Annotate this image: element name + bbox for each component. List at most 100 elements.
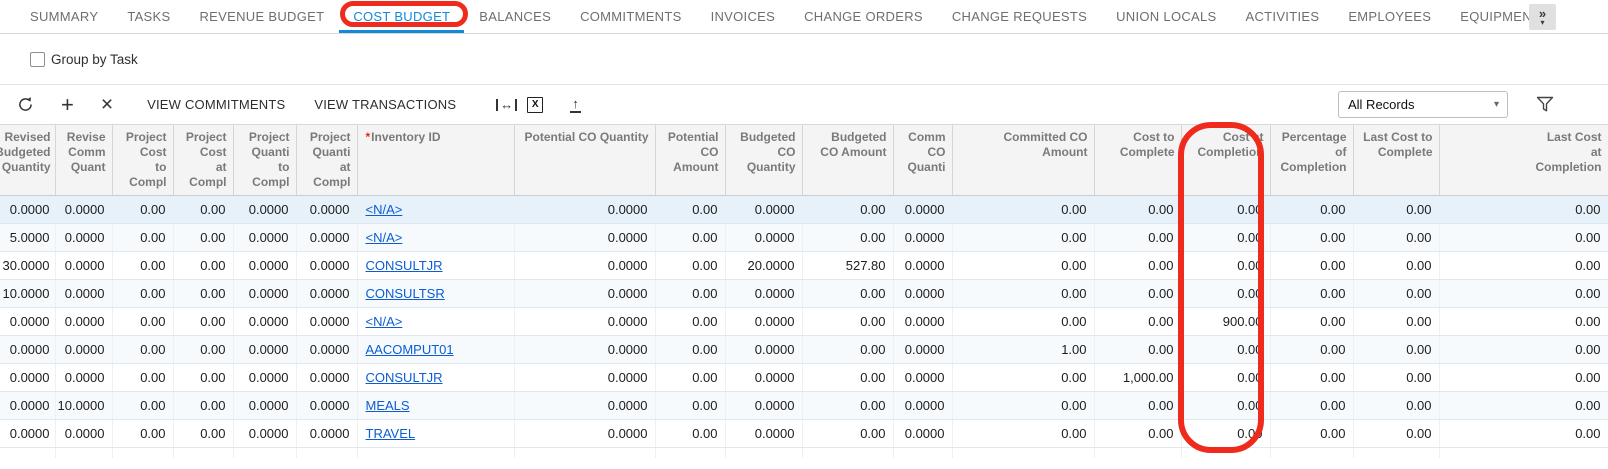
cell-project-quanti-at-compl[interactable]: 0.0000 bbox=[296, 335, 357, 363]
cell-cost-at-completion[interactable]: 0.00 bbox=[1181, 391, 1270, 419]
cell-revised-budgeted-quantity[interactable]: 0.0000 bbox=[0, 391, 55, 419]
inventory-id-link[interactable]: <N/A> bbox=[366, 314, 403, 329]
cell-percentage-of-completion[interactable]: 0.00 bbox=[1270, 251, 1353, 279]
cell-percentage-of-completion[interactable]: 0.00 bbox=[1270, 307, 1353, 335]
cell-revise-comm-quant[interactable]: 0.0000 bbox=[55, 335, 112, 363]
cell-project-cost-to-compl[interactable]: 0.00 bbox=[112, 335, 173, 363]
fit-width-button[interactable]: ↔ bbox=[496, 99, 517, 111]
cell-comm-co-quanti[interactable]: 0.0000 bbox=[893, 307, 952, 335]
filter-settings-button[interactable] bbox=[1536, 96, 1554, 113]
cell-project-quanti-to-compl[interactable]: 0.0000 bbox=[233, 251, 296, 279]
cell-cost-to-complete[interactable]: 0.00 bbox=[1094, 251, 1181, 279]
cell-cost-at-completion[interactable]: 0.00 bbox=[1181, 363, 1270, 391]
cell-project-quanti-to-compl[interactable]: 0.0000 bbox=[233, 223, 296, 251]
cell-cost-to-complete[interactable]: 0.00 bbox=[1094, 279, 1181, 307]
cell-last-cost-to-complete[interactable]: 0.00 bbox=[1353, 251, 1439, 279]
cell-project-cost-at-compl[interactable]: 0.00 bbox=[173, 419, 233, 447]
view-commitments-button[interactable]: VIEW COMMITMENTS bbox=[140, 97, 292, 112]
cell-inventory-id[interactable]: MEALS bbox=[357, 391, 514, 419]
cell-budgeted-co-quantity[interactable]: 0.0000 bbox=[725, 335, 802, 363]
cell-budgeted-co-quantity[interactable]: 0.0000 bbox=[725, 363, 802, 391]
cell-inventory-id[interactable]: <N/A> bbox=[357, 307, 514, 335]
cell-inventory-id[interactable]: <N/A> bbox=[357, 223, 514, 251]
inventory-id-link[interactable]: MEALS bbox=[366, 398, 410, 413]
delete-row-button[interactable]: × bbox=[101, 95, 113, 115]
cell-inventory-id[interactable]: AACOMPUT01 bbox=[357, 335, 514, 363]
cell-revised-budgeted-quantity[interactable]: 0.0000 bbox=[0, 363, 55, 391]
col-header-budgeted-co-amount[interactable]: Budgeted CO Amount bbox=[802, 125, 893, 195]
cell-revised-budgeted-quantity[interactable]: 30.0000 bbox=[0, 251, 55, 279]
cell-revise-comm-quant[interactable]: 0.0000 bbox=[55, 419, 112, 447]
col-header-project-cost-at-compl[interactable]: Project Cost at Compl bbox=[173, 125, 233, 195]
cell-comm-co-quanti[interactable]: 0.0000 bbox=[893, 391, 952, 419]
cell-project-quanti-to-compl[interactable]: 0.0000 bbox=[233, 279, 296, 307]
tab-balances[interactable]: BALANCES bbox=[479, 0, 551, 33]
cell-potential-co-amount[interactable]: 0.00 bbox=[655, 419, 725, 447]
cell-potential-co-amount[interactable]: 0.00 bbox=[655, 251, 725, 279]
cell-project-quanti-at-compl[interactable]: 0.0000 bbox=[296, 251, 357, 279]
cell-last-cost-at-completion[interactable]: 0.00 bbox=[1439, 251, 1608, 279]
cell-project-cost-at-compl[interactable]: 0.00 bbox=[173, 363, 233, 391]
cell-inventory-id[interactable]: <N/A> bbox=[357, 195, 514, 223]
cell-cost-to-complete[interactable]: 0.00 bbox=[1094, 223, 1181, 251]
cell-comm-co-quanti[interactable]: 0.0000 bbox=[893, 195, 952, 223]
cell-last-cost-at-completion[interactable]: 0.00 bbox=[1439, 363, 1608, 391]
cell-project-quanti-to-compl[interactable]: 0.0000 bbox=[233, 307, 296, 335]
cell-committed-co-amount[interactable]: 0.00 bbox=[952, 251, 1094, 279]
cell-last-cost-at-completion[interactable]: 0.00 bbox=[1439, 391, 1608, 419]
cell-percentage-of-completion[interactable]: 0.00 bbox=[1270, 335, 1353, 363]
cell-budgeted-co-amount[interactable]: 0.00 bbox=[802, 363, 893, 391]
cell-project-cost-at-compl[interactable]: 0.00 bbox=[173, 223, 233, 251]
cell-potential-co-quantity[interactable]: 0.0000 bbox=[514, 251, 655, 279]
cell-percentage-of-completion[interactable]: 0.00 bbox=[1270, 223, 1353, 251]
cell-potential-co-amount[interactable]: 0.00 bbox=[655, 307, 725, 335]
tab-invoices[interactable]: INVOICES bbox=[711, 0, 776, 33]
cell-budgeted-co-quantity[interactable]: 0.0000 bbox=[725, 195, 802, 223]
inventory-id-link[interactable]: <N/A> bbox=[366, 230, 403, 245]
cell-revised-budgeted-quantity[interactable]: 0.0000 bbox=[0, 335, 55, 363]
col-header-comm-co-quanti[interactable]: Comm CO Quanti bbox=[893, 125, 952, 195]
tab-cost-budget[interactable]: COST BUDGET bbox=[353, 0, 450, 33]
cell-potential-co-amount[interactable]: 0.00 bbox=[655, 335, 725, 363]
cell-project-cost-at-compl[interactable]: 0.00 bbox=[173, 391, 233, 419]
col-header-potential-co-amount[interactable]: Potential CO Amount bbox=[655, 125, 725, 195]
cell-inventory-id[interactable]: CONSULTSR bbox=[357, 279, 514, 307]
cell-committed-co-amount[interactable]: 0.00 bbox=[952, 363, 1094, 391]
cell-project-cost-to-compl[interactable]: 0.00 bbox=[112, 307, 173, 335]
cell-inventory-id[interactable]: CONSULTJR bbox=[357, 251, 514, 279]
cell-cost-at-completion[interactable]: 0.00 bbox=[1181, 419, 1270, 447]
cell-comm-co-quanti[interactable]: 0.0000 bbox=[893, 419, 952, 447]
cell-last-cost-to-complete[interactable]: 0.00 bbox=[1353, 363, 1439, 391]
cell-project-cost-to-compl[interactable]: 0.00 bbox=[112, 279, 173, 307]
cell-potential-co-quantity[interactable]: 0.0000 bbox=[514, 391, 655, 419]
cell-cost-at-completion[interactable]: 0.00 bbox=[1181, 195, 1270, 223]
cell-last-cost-to-complete[interactable]: 0.00 bbox=[1353, 419, 1439, 447]
col-header-committed-co-amount[interactable]: Committed CO Amount bbox=[952, 125, 1094, 195]
cell-cost-to-complete[interactable]: 0.00 bbox=[1094, 391, 1181, 419]
cell-project-quanti-at-compl[interactable]: 0.0000 bbox=[296, 419, 357, 447]
tab-change-requests[interactable]: CHANGE REQUESTS bbox=[952, 0, 1087, 33]
cell-project-quanti-at-compl[interactable]: 0.0000 bbox=[296, 363, 357, 391]
cell-potential-co-amount[interactable]: 0.00 bbox=[655, 279, 725, 307]
tab-employees[interactable]: EMPLOYEES bbox=[1348, 0, 1431, 33]
tab-tasks[interactable]: TASKS bbox=[127, 0, 170, 33]
cell-budgeted-co-amount[interactable]: 0.00 bbox=[802, 279, 893, 307]
col-header-revise-comm-quant[interactable]: Revise Comm Quant bbox=[55, 125, 112, 195]
inventory-id-link[interactable]: AACOMPUT01 bbox=[366, 342, 454, 357]
cell-last-cost-to-complete[interactable]: 0.00 bbox=[1353, 223, 1439, 251]
cell-committed-co-amount[interactable]: 0.00 bbox=[952, 223, 1094, 251]
cell-potential-co-amount[interactable]: 0.00 bbox=[655, 391, 725, 419]
cell-comm-co-quanti[interactable]: 0.0000 bbox=[893, 335, 952, 363]
col-header-revised-budgeted-quantity[interactable]: Revised Budgeted Quantity bbox=[0, 125, 55, 195]
cell-project-cost-to-compl[interactable]: 0.00 bbox=[112, 195, 173, 223]
cell-revise-comm-quant[interactable]: 0.0000 bbox=[55, 279, 112, 307]
cell-project-cost-at-compl[interactable]: 0.00 bbox=[173, 279, 233, 307]
cell-potential-co-quantity[interactable]: 0.0000 bbox=[514, 279, 655, 307]
cell-project-quanti-to-compl[interactable]: 0.0000 bbox=[233, 363, 296, 391]
cell-project-quanti-at-compl[interactable]: 0.0000 bbox=[296, 279, 357, 307]
cell-percentage-of-completion[interactable]: 0.00 bbox=[1270, 391, 1353, 419]
cell-project-cost-to-compl[interactable]: 0.00 bbox=[112, 363, 173, 391]
col-header-project-quanti-at-compl[interactable]: Project Quanti at Compl bbox=[296, 125, 357, 195]
col-header-project-cost-to-compl[interactable]: Project Cost to Compl bbox=[112, 125, 173, 195]
cell-inventory-id[interactable]: CONSULTJR bbox=[357, 363, 514, 391]
